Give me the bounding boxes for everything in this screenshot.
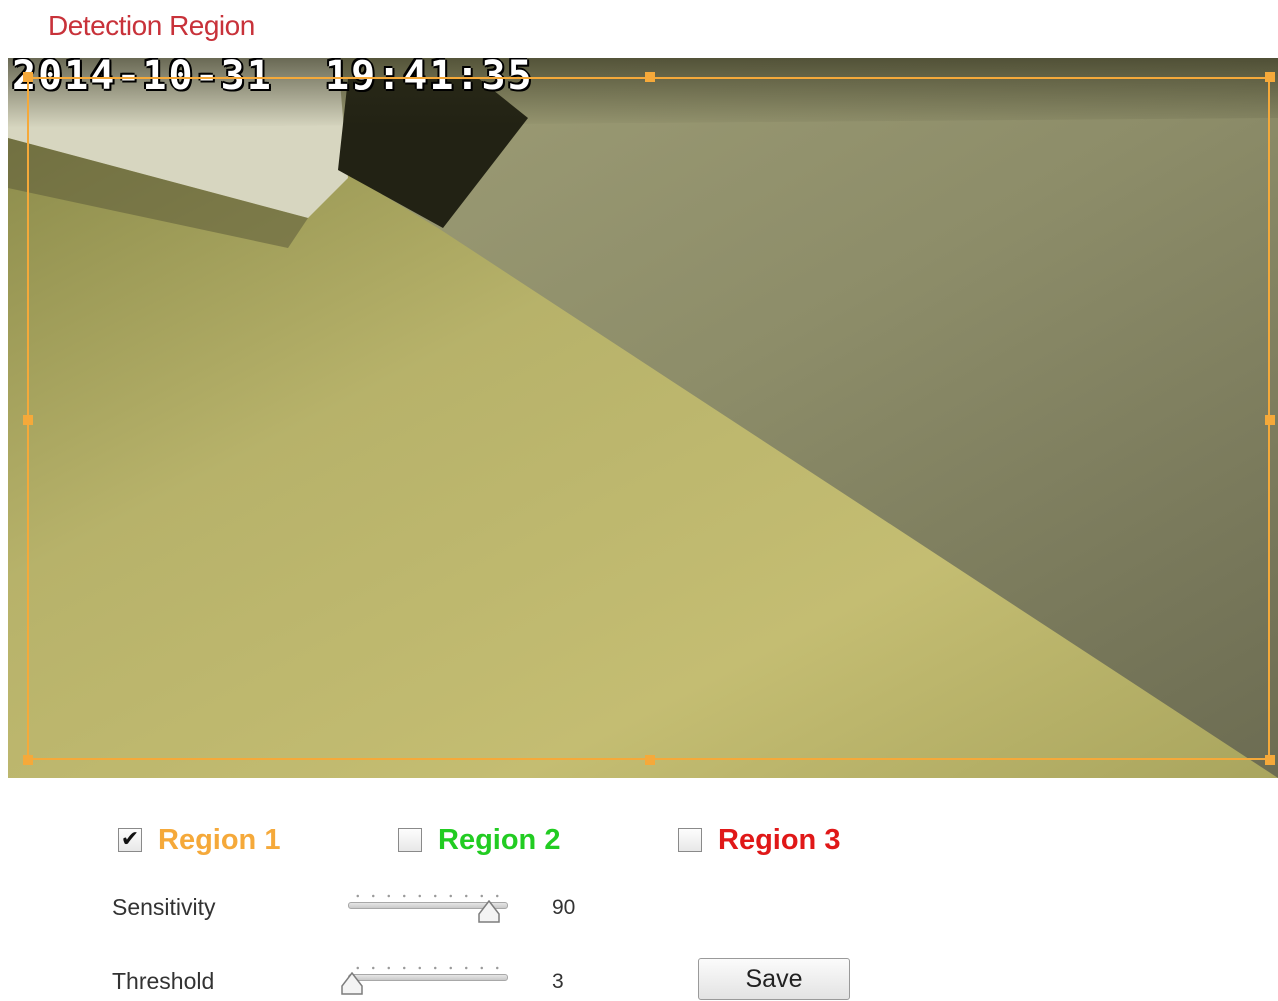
region-1-toggle[interactable]: ✔ Region 1 <box>118 820 280 860</box>
resize-handle-top[interactable] <box>645 72 655 82</box>
resize-handle-bottom-left[interactable] <box>23 755 33 765</box>
region-2-checkbox[interactable] <box>398 828 422 852</box>
region-2-toggle[interactable]: Region 2 <box>398 820 560 860</box>
resize-handle-bottom-right[interactable] <box>1265 755 1275 765</box>
resize-handle-top-left[interactable] <box>23 72 33 82</box>
resize-handle-left[interactable] <box>23 415 33 425</box>
motion-detection-controls: ✔ Region 1 Region 2 Region 3 Sensitivity… <box>0 790 1278 1001</box>
region-1-label: Region 1 <box>158 823 281 856</box>
resize-handle-top-right[interactable] <box>1265 72 1275 82</box>
sensitivity-slider[interactable] <box>344 888 512 928</box>
threshold-slider[interactable] <box>341 960 512 1000</box>
save-button[interactable]: Save <box>698 958 850 1000</box>
slider-ticks <box>350 894 506 898</box>
region-3-checkbox[interactable] <box>678 828 702 852</box>
sensitivity-label: Sensitivity <box>112 894 216 920</box>
camera-preview[interactable]: 2014-10-31 19:41:35 <box>8 58 1278 778</box>
region-3-label: Region 3 <box>718 823 841 856</box>
threshold-slider-thumb[interactable] <box>340 972 364 996</box>
region-2-label: Region 2 <box>438 823 561 856</box>
region-3-toggle[interactable]: Region 3 <box>678 820 840 860</box>
detection-region-box[interactable] <box>27 77 1270 760</box>
slider-track <box>348 974 508 981</box>
sensitivity-slider-thumb[interactable] <box>477 900 501 924</box>
detection-region-page: Detection Region 2014-10-31 19:41:35 ✔ R… <box>0 0 1278 1001</box>
region-1-checkbox[interactable]: ✔ <box>118 828 142 852</box>
sensitivity-value: 90 <box>552 896 576 919</box>
resize-handle-bottom[interactable] <box>645 755 655 765</box>
threshold-label: Threshold <box>112 968 215 994</box>
resize-handle-right[interactable] <box>1265 415 1275 425</box>
section-title: Detection Region <box>48 10 255 41</box>
slider-ticks <box>350 966 506 970</box>
threshold-value: 3 <box>552 970 564 993</box>
